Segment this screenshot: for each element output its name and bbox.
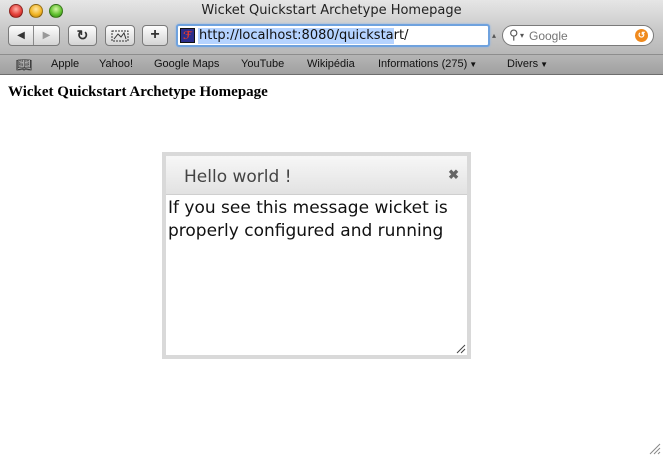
- reload-icon: ↻: [76, 27, 89, 43]
- plus-icon: +: [150, 26, 160, 43]
- forward-button[interactable]: ▶: [34, 26, 59, 45]
- browser-chrome: Wicket Quickstart Archetype Homepage ◀ ▶…: [0, 0, 663, 75]
- address-resize-handle[interactable]: ▴: [492, 31, 496, 40]
- address-field[interactable]: http://localhost:8080/quickstart/: [199, 28, 408, 44]
- bookmark-wikipedia[interactable]: Wikipédia: [307, 58, 355, 70]
- search-field[interactable]: ⚲ ▾ ↺: [502, 25, 654, 46]
- window-title: Wicket Quickstart Archetype Homepage: [201, 3, 462, 18]
- resize-grip-icon[interactable]: [454, 342, 466, 354]
- snapshot-icon: [111, 30, 129, 42]
- back-button[interactable]: ◀: [9, 26, 34, 45]
- forward-arrow-icon: ▶: [42, 30, 51, 41]
- chevron-down-icon: ▼: [469, 59, 478, 69]
- page-heading: Wicket Quickstart Archetype Homepage: [8, 84, 268, 100]
- add-bookmark-button[interactable]: +: [142, 25, 168, 46]
- window-resize-grip-icon[interactable]: [647, 441, 661, 455]
- chevron-down-icon: ▼: [540, 59, 549, 69]
- reload-button[interactable]: ↻: [68, 25, 97, 46]
- hello-dialog: Hello world ! ✖ If you see this message …: [162, 152, 471, 359]
- bookmark-youtube[interactable]: YouTube: [241, 58, 284, 70]
- back-arrow-icon: ◀: [17, 30, 25, 41]
- search-input[interactable]: [529, 28, 634, 44]
- book-icon[interactable]: 📖︎: [16, 57, 33, 73]
- snapshot-button[interactable]: [105, 25, 135, 46]
- bookmark-folder-divers[interactable]: Divers ▼: [507, 58, 548, 70]
- wicket-favicon: ℱ: [180, 28, 195, 43]
- bookmark-yahoo[interactable]: Yahoo!: [99, 58, 133, 70]
- dialog-header[interactable]: Hello world ! ✖: [166, 156, 467, 195]
- back-forward-group: ◀ ▶: [8, 25, 60, 46]
- bookmark-google-maps[interactable]: Google Maps: [154, 58, 219, 70]
- dialog-message: If you see this message wicket is proper…: [168, 198, 448, 241]
- address-bar[interactable]: ℱ http://localhost:8080/quickstart/: [176, 24, 490, 47]
- title-bar: Wicket Quickstart Archetype Homepage: [0, 0, 663, 22]
- dialog-title: Hello world !: [184, 167, 292, 187]
- bookmark-folder-label: Divers: [507, 58, 539, 70]
- bookmark-apple[interactable]: Apple: [51, 58, 79, 70]
- bookmark-folder-informations[interactable]: Informations (275) ▼: [378, 58, 477, 70]
- snapback-icon[interactable]: ↺: [635, 29, 648, 42]
- bookmarks-bar: 📖︎ Apple Yahoo! Google Maps YouTube Wiki…: [0, 54, 663, 74]
- search-icon: ⚲: [509, 27, 519, 42]
- bookmark-folder-label: Informations (275): [378, 58, 468, 70]
- chevron-down-icon: ▾: [520, 31, 525, 40]
- close-icon[interactable]: ✖: [448, 167, 459, 183]
